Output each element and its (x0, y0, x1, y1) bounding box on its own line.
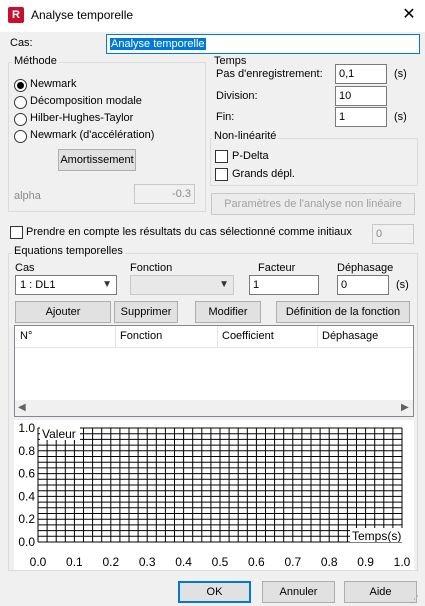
eq-dephasage-label: Déphasage (337, 262, 394, 274)
pdelta-label: P-Delta (232, 150, 269, 162)
prendre-compte-label: Prendre en compte les résultats du cas s… (26, 226, 352, 238)
eq-fonction-label: Fonction (130, 262, 173, 274)
scroll-right-icon[interactable]: ▶ (401, 402, 409, 413)
robot-app-icon: R (8, 7, 24, 23)
eq-dephasage-unit: (s) (396, 279, 409, 291)
nonlinearite-title: Non-linéarité (212, 130, 279, 142)
x-tick-label: 0.2 (102, 555, 119, 569)
x-tick-label: 0.5 (212, 555, 229, 569)
col-fonction[interactable]: Fonction (120, 330, 162, 342)
pas-label: Pas d'enregistrement: (216, 68, 323, 80)
x-tick-label: 0.8 (321, 555, 338, 569)
radio-decomposition-label: Décomposition modale (30, 95, 142, 107)
temps-title: Temps (212, 55, 249, 67)
y-tick-label: 0.2 (18, 512, 35, 526)
aide-button[interactable]: Aide (344, 581, 417, 603)
pas-input[interactable]: 0,1 (335, 64, 387, 84)
x-tick-label: 0.6 (248, 555, 265, 569)
prendre-compte-checkbox[interactable] (10, 226, 23, 239)
pdelta-checkbox[interactable] (215, 150, 228, 163)
chevron-down-icon: ▼ (102, 279, 112, 290)
eq-facteur-label: Facteur (258, 262, 296, 274)
scroll-left-icon[interactable]: ◀ (18, 402, 26, 413)
ok-button[interactable]: OK (178, 581, 251, 603)
col-coefficient[interactable]: Coefficient (222, 330, 274, 342)
x-tick-label: 0.1 (66, 555, 83, 569)
close-icon[interactable]: ✕ (398, 4, 420, 26)
resize-grip-icon[interactable]: ⋰ (410, 594, 419, 605)
x-axis-label: Temps(s) (352, 529, 401, 543)
prendre-compte-input[interactable]: 0 (372, 224, 414, 244)
eq-cas-select[interactable]: 1 : DL1 ▼ (15, 275, 117, 295)
col-divider (217, 326, 218, 348)
eq-cas-label: Cas (15, 262, 35, 274)
modifier-button[interactable]: Modifier (195, 301, 261, 323)
x-tick-label: 0.3 (139, 555, 156, 569)
grands-depl-label: Grands dépl. (232, 168, 295, 180)
grands-depl-checkbox[interactable] (215, 168, 228, 181)
y-tick-label: 0.4 (18, 489, 35, 503)
horizontal-scrollbar[interactable]: ◀ ▶ (15, 400, 413, 416)
eq-cas-value: 1 : DL1 (20, 279, 56, 291)
pas-unit: (s) (394, 68, 407, 80)
fin-label: Fin: (216, 111, 235, 123)
ajouter-button[interactable]: Ajouter (15, 301, 111, 323)
radio-hht-label: Hilber-Hughes-Taylor (30, 112, 134, 124)
x-tick-label: 0.0 (30, 555, 47, 569)
radio-newmark-acceleration[interactable] (14, 130, 27, 143)
cas-label: Cas: (10, 37, 33, 49)
alpha-label: alpha (14, 190, 41, 202)
radio-newmark-label: Newmark (30, 78, 77, 90)
equations-title: Equations temporelles (12, 245, 125, 257)
col-divider (317, 326, 318, 348)
col-dephasage[interactable]: Déphasage (322, 330, 378, 342)
fin-unit: (s) (394, 111, 407, 123)
division-label: Division: (216, 90, 258, 102)
cas-name-value: Analyse temporelle (110, 38, 206, 50)
x-tick-label: 0.9 (357, 555, 374, 569)
y-axis-label: Valeur (42, 427, 76, 441)
y-tick-label: 0.0 (18, 535, 35, 549)
parametres-nonlineaire-button[interactable]: Paramètres de l'analyse non linéaire (211, 193, 415, 215)
radio-newmark-acc-label: Newmark (d'accélération) (30, 129, 155, 141)
y-tick-label: 0.8 (18, 444, 35, 458)
eq-dephasage-input[interactable]: 0 (337, 275, 389, 295)
x-tick-label: 0.4 (175, 555, 192, 569)
cas-name-input[interactable]: Analyse temporelle (106, 34, 420, 54)
fin-input[interactable]: 1 (335, 107, 387, 127)
eq-facteur-input[interactable]: 1 (249, 275, 319, 295)
y-tick-label: 1.0 (18, 421, 35, 435)
window-title: Analyse temporelle (31, 8, 134, 22)
equations-list[interactable]: N° Fonction Coefficient Déphasage ◀ ▶ (14, 325, 414, 417)
y-tick-label: 0.6 (18, 467, 35, 481)
alpha-input[interactable]: -0.3 (134, 184, 195, 204)
amortissement-button[interactable]: Amortissement (58, 149, 136, 171)
division-input[interactable]: 10 (335, 86, 387, 106)
x-tick-label: 1.0 (394, 555, 411, 569)
chevron-down-icon: ▼ (219, 279, 229, 290)
eq-fonction-select[interactable]: ▼ (130, 275, 234, 295)
radio-hilber-hughes-taylor[interactable] (14, 113, 27, 126)
x-tick-label: 0.7 (284, 555, 301, 569)
supprimer-button[interactable]: Supprimer (114, 301, 178, 323)
radio-decomposition-modale[interactable] (14, 96, 27, 109)
radio-newmark[interactable] (14, 79, 27, 92)
methode-title: Méthode (12, 55, 59, 67)
col-numero[interactable]: N° (20, 330, 32, 342)
col-divider (115, 326, 116, 348)
time-function-chart: 0.0 0.2 0.4 0.6 0.8 1.0 0.0 0.1 0.2 0.3 0.4 0.5 0.6 0… (14, 420, 414, 570)
annuler-button[interactable]: Annuler (262, 581, 335, 603)
definition-fonction-button[interactable]: Définition de la fonction (276, 301, 410, 323)
